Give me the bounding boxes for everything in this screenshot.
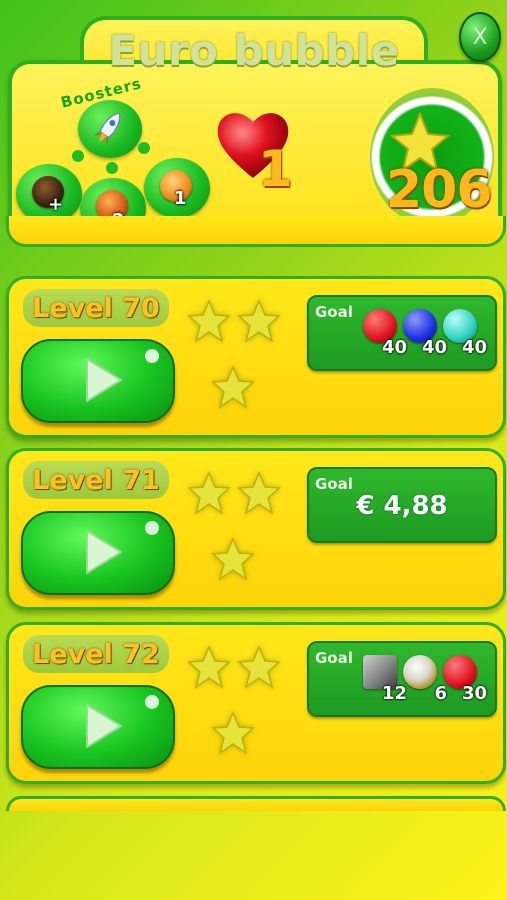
- booster-connector-dot: [138, 142, 150, 154]
- fire-ball-booster-button[interactable]: 1: [144, 158, 210, 218]
- star-icon: [237, 299, 281, 343]
- level-card: Level 71 Goal € 4,88: [6, 448, 506, 610]
- goal-item: 6: [401, 649, 447, 709]
- star-icon: [237, 471, 281, 515]
- goal-item: 40: [361, 303, 407, 363]
- goal-label: Goal: [315, 303, 353, 321]
- star-icon: [187, 471, 231, 515]
- goal-item: 30: [441, 649, 487, 709]
- rocket-icon: [93, 112, 121, 145]
- goal-amount: € 4,88: [356, 491, 448, 521]
- goal-count: 30: [461, 683, 487, 704]
- goal-panel: Goal 12 6 30: [307, 641, 497, 717]
- rocket-booster-button[interactable]: [78, 100, 142, 158]
- play-icon: [86, 530, 122, 574]
- star-icon: [211, 365, 255, 409]
- goal-item: 40: [401, 303, 447, 363]
- bomb-booster-button[interactable]: +: [16, 164, 82, 224]
- one-euro-coin-icon: [403, 655, 437, 689]
- star-icon: [187, 645, 231, 689]
- close-button[interactable]: X: [459, 12, 501, 62]
- level-label: Level 71: [23, 461, 169, 499]
- level-label: Level 70: [23, 289, 169, 327]
- goal-item: 40: [441, 303, 487, 363]
- play-icon: [86, 358, 122, 402]
- goal-panel: Goal € 4,88: [307, 467, 497, 543]
- star-icon: [211, 711, 255, 755]
- play-button[interactable]: [21, 511, 175, 595]
- level-card: Level 72 Goal 12 6 30: [6, 622, 506, 784]
- goal-item: 12: [361, 649, 407, 709]
- level-card: Level 70 Goal 40 40 40: [6, 276, 506, 438]
- play-button[interactable]: [21, 339, 175, 423]
- level-label: Level 72: [23, 635, 169, 673]
- star-icon: [211, 537, 255, 581]
- booster-connector-dot: [106, 162, 118, 174]
- booster-connector-dot: [72, 150, 84, 162]
- lives-count: 1: [258, 140, 293, 198]
- close-icon: X: [472, 24, 488, 50]
- level-card-partial: [6, 796, 506, 811]
- booster-count: 1: [174, 188, 187, 209]
- star-icon: [187, 299, 231, 343]
- booster-count: +: [48, 194, 64, 215]
- goal-panel: Goal 40 40 40: [307, 295, 497, 371]
- goal-count: 40: [461, 337, 487, 358]
- score-count: 206: [386, 160, 493, 220]
- game-title: Euro bubble: [108, 26, 400, 75]
- play-button[interactable]: [21, 685, 175, 769]
- goal-label: Goal: [315, 649, 353, 667]
- level-card-partial: [6, 216, 506, 247]
- play-icon: [86, 704, 122, 748]
- star-icon: [237, 645, 281, 689]
